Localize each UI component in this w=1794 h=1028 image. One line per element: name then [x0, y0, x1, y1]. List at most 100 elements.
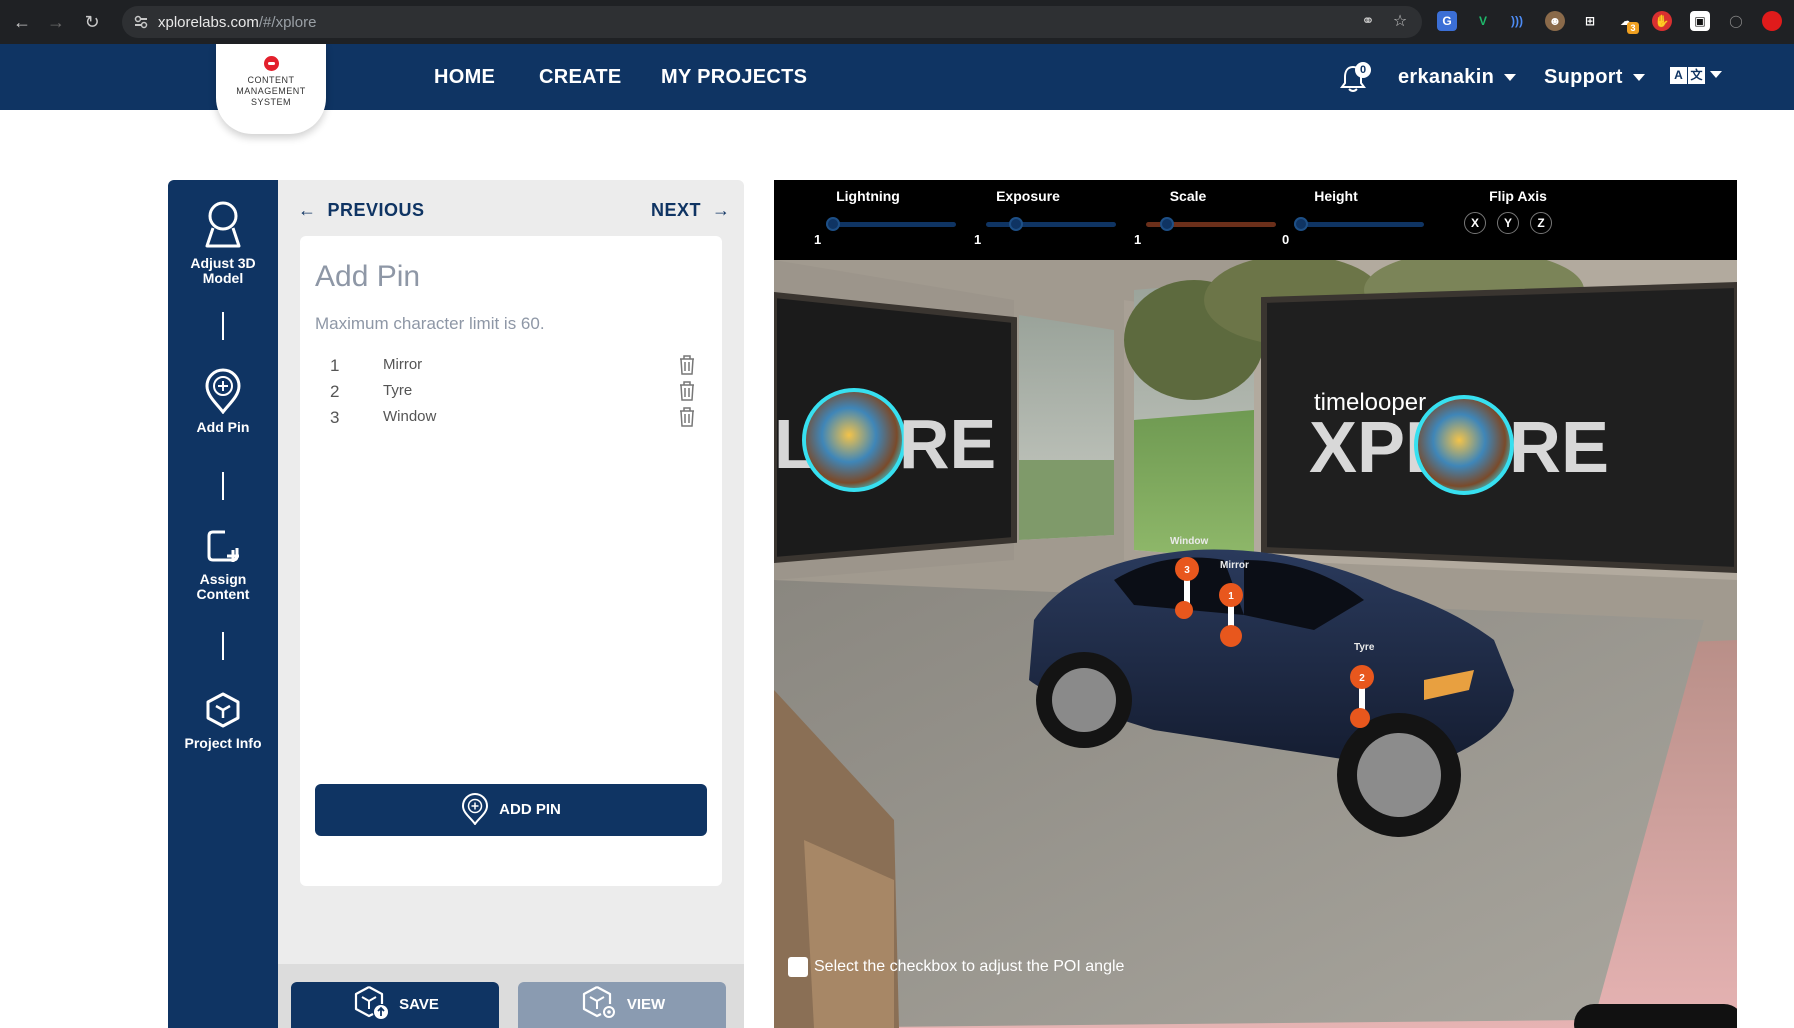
step-assign-content[interactable]: Assign Content	[168, 526, 278, 602]
url-text[interactable]: xplorelabs.com/#/xplore	[158, 14, 316, 31]
step-connector	[222, 632, 224, 660]
cms-logo[interactable]: CONTENT MANAGEMENT SYSTEM	[216, 44, 326, 134]
height-slider[interactable]: Height 0	[1266, 188, 1424, 247]
slider-track[interactable]	[826, 222, 956, 227]
address-bar[interactable]: xplorelabs.com/#/xplore ⚭ ☆	[122, 6, 1422, 38]
step-add-pin[interactable]: Add Pin	[168, 368, 278, 435]
flip-axis-x[interactable]: X	[1464, 212, 1486, 234]
flip-axis-y[interactable]: Y	[1497, 212, 1519, 234]
slider-label: Scale	[1169, 188, 1207, 204]
user-menu[interactable]: erkanakin	[1398, 44, 1517, 110]
flip-axis-group: Flip Axis	[1438, 188, 1638, 204]
reload-icon[interactable]: ↻	[80, 10, 104, 34]
viewer-bottom-toolbar[interactable]	[1574, 1004, 1737, 1028]
poi-angle-text: Select the checkbox to adjust the POI an…	[814, 958, 1125, 976]
step-rail: Adjust 3D Model Add Pin Assign Content P…	[168, 180, 278, 1028]
forward-icon[interactable]: →	[44, 10, 68, 34]
nav-create[interactable]: CREATE	[539, 44, 622, 110]
slider-thumb[interactable]	[826, 217, 840, 231]
scale-slider[interactable]: Scale 1	[1118, 188, 1276, 247]
add-pin-button[interactable]: ADD PIN	[315, 784, 707, 836]
lightning-slider[interactable]: Lightning 1	[798, 188, 956, 247]
trash-icon[interactable]	[677, 354, 697, 376]
slider-thumb[interactable]	[1009, 217, 1024, 231]
slider-value: 1	[1134, 232, 1142, 247]
poi-angle-option[interactable]: Select the checkbox to adjust the POI an…	[788, 957, 1124, 977]
previous-label: PREVIOUS	[327, 200, 425, 220]
wifi-extension-icon[interactable]: )))	[1507, 11, 1527, 31]
slider-track[interactable]	[986, 222, 1116, 227]
slider-label: Exposure	[996, 188, 1060, 204]
pin-name: Window	[383, 408, 437, 425]
exposure-slider[interactable]: Exposure 1	[958, 188, 1116, 247]
language-b-glyph: 文	[1688, 67, 1705, 84]
chart-extension-icon[interactable]: ⊞	[1580, 11, 1600, 31]
card-title: Add Pin	[315, 260, 421, 293]
pin-panel: ← PREVIOUS NEXT → Add Pin Maximum charac…	[278, 180, 744, 1028]
person-bust-icon	[205, 201, 241, 248]
stop-extension-icon[interactable]: ✋	[1652, 11, 1672, 31]
left-poster-orb	[802, 388, 906, 492]
next-label: NEXT	[651, 200, 702, 220]
slider-label: Height	[1314, 188, 1358, 204]
pin-number: 3	[330, 408, 340, 427]
view-button[interactable]: VIEW	[518, 982, 726, 1028]
extension-badge: 3	[1627, 22, 1639, 34]
support-label: Support	[1544, 66, 1623, 88]
arrow-right-icon: →	[712, 200, 731, 220]
trash-icon[interactable]	[677, 406, 697, 428]
pin-number: 1	[330, 356, 340, 375]
step-label: Add Pin	[196, 419, 250, 435]
save-button[interactable]: SAVE	[291, 982, 499, 1028]
slider-track[interactable]	[1294, 222, 1424, 227]
pin-name: Tyre	[383, 382, 413, 399]
bookmark-star-icon[interactable]: ☆	[1390, 12, 1410, 32]
map-pin-plus-icon	[462, 792, 489, 826]
cube-icon	[206, 692, 240, 728]
viewer-controls: Lightning 1 Exposure 1 Scale 1 Height 0 …	[774, 180, 1737, 260]
translate-extension-icon[interactable]: G	[1437, 11, 1457, 31]
circle-extension-icon[interactable]: ◯	[1726, 11, 1746, 31]
logo-text: CONTENT MANAGEMENT SYSTEM	[236, 75, 306, 107]
slider-value: 1	[974, 232, 982, 247]
nav-my-projects[interactable]: MY PROJECTS	[661, 44, 807, 110]
scene-render[interactable]: L RE timelooper XPL RE Window Mirror Tyr…	[774, 260, 1737, 1028]
square-plus-icon	[207, 530, 239, 562]
pin-list-item[interactable]: 3 Window	[315, 404, 705, 432]
step-connector	[222, 312, 224, 340]
poi-angle-checkbox[interactable]	[788, 957, 808, 977]
add-pin-card: Add Pin Maximum character limit is 60. 1…	[300, 236, 722, 886]
mirror-label: Mirror	[1220, 560, 1249, 571]
face-extension-icon[interactable]: ☻	[1545, 11, 1565, 31]
step-label: Content	[196, 586, 250, 602]
slider-value: 1	[814, 232, 822, 247]
next-button[interactable]: NEXT →	[651, 200, 731, 221]
pin-marker-number: 1	[1228, 591, 1234, 602]
pin-list-item[interactable]: 1 Mirror	[315, 352, 705, 380]
back-icon[interactable]: ←	[10, 10, 34, 34]
support-menu[interactable]: Support	[1544, 44, 1645, 110]
password-key-icon[interactable]: ⚭	[1358, 12, 1378, 32]
left-poster-word: RE	[899, 405, 996, 483]
previous-button[interactable]: ← PREVIOUS	[298, 200, 425, 221]
v-extension-icon[interactable]: V	[1473, 11, 1493, 31]
slider-label: Lightning	[836, 188, 900, 204]
frame-extension-icon[interactable]: ▣	[1690, 11, 1710, 31]
notification-count-badge: 0	[1355, 62, 1371, 78]
trash-icon[interactable]	[677, 380, 697, 402]
slider-thumb[interactable]	[1159, 217, 1174, 231]
model-viewer[interactable]: Lightning 1 Exposure 1 Scale 1 Height 0 …	[774, 180, 1737, 1028]
slider-thumb[interactable]	[1294, 217, 1308, 231]
language-selector[interactable]: A文	[1670, 66, 1722, 86]
flip-axis-z[interactable]: Z	[1530, 212, 1552, 234]
nav-home[interactable]: HOME	[434, 44, 495, 110]
window-label: Window	[1170, 536, 1208, 547]
site-settings-icon[interactable]	[132, 13, 150, 31]
record-extension-icon[interactable]	[1762, 11, 1782, 31]
step-adjust-3d-model[interactable]: Adjust 3D Model	[168, 200, 278, 286]
step-label: Assign	[199, 571, 247, 587]
step-project-info[interactable]: Project Info	[168, 690, 278, 751]
logo-key-icon	[263, 56, 279, 71]
pin-list-item[interactable]: 2 Tyre	[315, 378, 705, 406]
pin-marker-number: 3	[1184, 565, 1190, 576]
